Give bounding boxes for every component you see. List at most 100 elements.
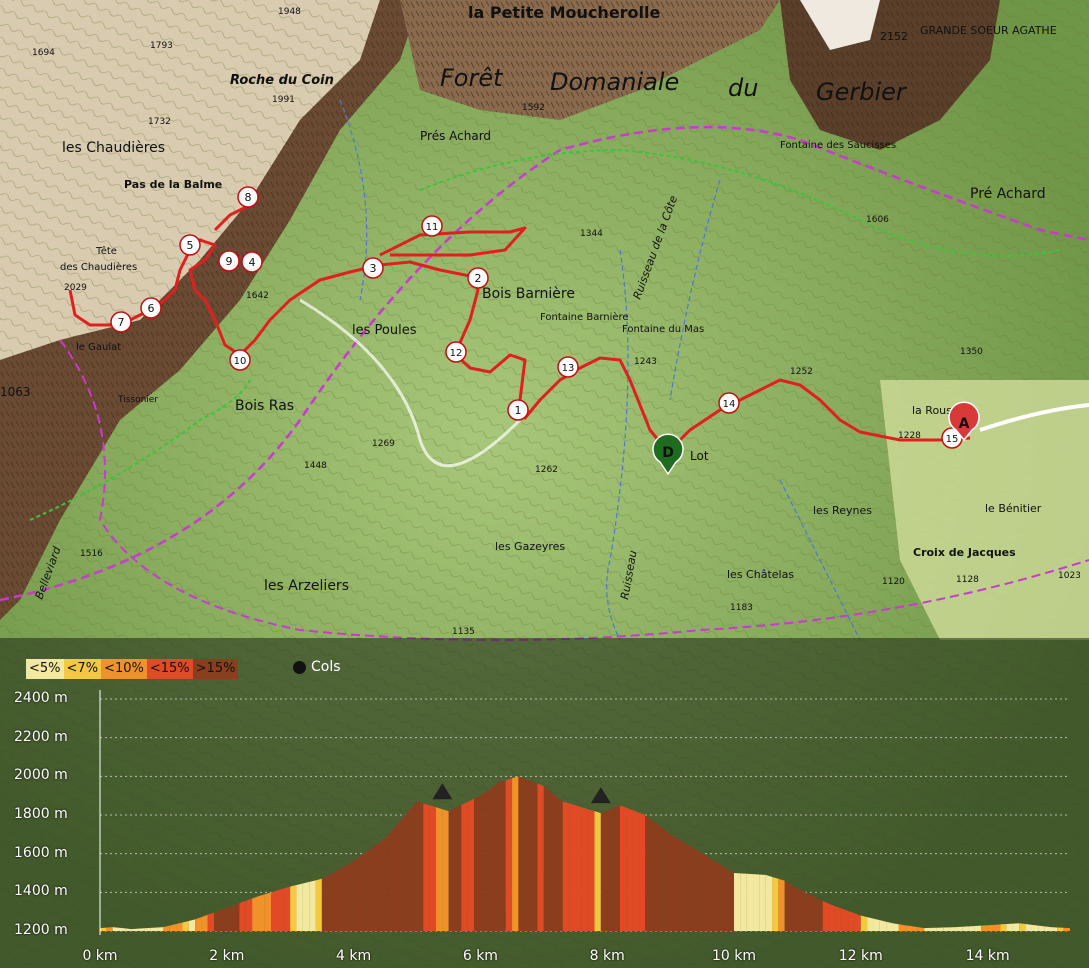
- profile-slice: [474, 795, 481, 931]
- svg-text:1120: 1120: [882, 577, 905, 587]
- profile-slice: [1050, 927, 1058, 931]
- profile-slice: [404, 808, 411, 931]
- profile-slice: [461, 801, 468, 931]
- svg-text:1063: 1063: [0, 385, 31, 399]
- profile-slice: [873, 918, 880, 931]
- profile-slice: [993, 924, 1001, 931]
- profile-slice: [822, 900, 830, 931]
- profile-slice: [169, 924, 177, 931]
- place-fontaine-du-mas: Fontaine du Mas: [622, 324, 704, 335]
- x-tick-label: 8 km: [589, 948, 625, 964]
- profile-slice: [283, 886, 291, 931]
- profile-slice: [917, 927, 925, 931]
- waypoint-1[interactable]: 1: [507, 399, 529, 421]
- profile-slice: [290, 884, 297, 931]
- elevation-chart[interactable]: [0, 638, 1089, 968]
- svg-text:12: 12: [450, 348, 463, 359]
- waypoint-6[interactable]: 6: [140, 297, 162, 319]
- profile-slice: [138, 928, 145, 931]
- profile-slice: [245, 898, 253, 931]
- waypoint-13[interactable]: 13: [557, 356, 579, 378]
- profile-slice: [562, 801, 570, 931]
- profile-slice: [416, 801, 424, 931]
- profile-slice: [638, 812, 646, 931]
- place-pres-achard: Prés Achard: [420, 129, 491, 143]
- waypoint-14[interactable]: 14: [718, 392, 740, 414]
- profile-slice: [778, 878, 785, 931]
- waypoint-3[interactable]: 3: [362, 257, 384, 279]
- profile-slice: [962, 926, 969, 931]
- svg-text:8: 8: [245, 191, 252, 204]
- waypoint-12[interactable]: 12: [445, 341, 467, 363]
- y-tick-label: 1600 m: [14, 844, 68, 861]
- profile-slice: [911, 926, 918, 931]
- profile-slice: [100, 927, 107, 931]
- profile-slice: [493, 782, 500, 931]
- profile-slice: [423, 803, 430, 931]
- profile-slice: [550, 791, 557, 931]
- svg-text:1183: 1183: [730, 603, 753, 613]
- profile-slice: [753, 874, 760, 931]
- profile-slice: [315, 878, 322, 931]
- place-pas-de-la-balme: Pas de la Balme: [124, 178, 222, 191]
- svg-text:1793: 1793: [150, 41, 173, 51]
- waypoint-9[interactable]: 9: [218, 250, 240, 272]
- profile-slice: [727, 869, 734, 931]
- svg-text:1606: 1606: [866, 215, 889, 225]
- waypoint-7[interactable]: 7: [110, 311, 132, 333]
- profile-slice: [860, 915, 868, 931]
- y-tick-label: 2200 m: [14, 728, 68, 745]
- profile-slice: [645, 815, 652, 931]
- profile-slice: [271, 890, 278, 931]
- place-gerbier: Gerbier: [816, 78, 908, 106]
- profile-slice: [714, 861, 722, 931]
- profile-slice: [480, 791, 487, 931]
- x-tick-label: 14 km: [965, 948, 1010, 964]
- profile-slice: [905, 925, 912, 931]
- profile-slice: [879, 920, 887, 931]
- profile-slice: [765, 874, 773, 931]
- place-les-reynes: les Reynes: [813, 504, 872, 517]
- profile-slice: [429, 805, 437, 931]
- profile-slice: [848, 910, 855, 931]
- profile-slice: [936, 927, 944, 931]
- place-des-chaudieres: des Chaudières: [60, 261, 137, 273]
- profile-slice: [353, 856, 360, 931]
- waypoint-10[interactable]: 10: [229, 349, 251, 371]
- profile-slice: [981, 925, 988, 931]
- profile-slice: [695, 849, 703, 931]
- svg-text:1694: 1694: [32, 48, 55, 58]
- profile-slice: [334, 868, 341, 931]
- profile-slice: [987, 924, 994, 931]
- waypoint-5[interactable]: 5: [179, 234, 201, 256]
- profile-slice: [1025, 924, 1032, 931]
- profile-slice: [397, 816, 405, 931]
- waypoint-11[interactable]: 11: [421, 215, 443, 237]
- profile-slice: [176, 922, 183, 931]
- profile-slice: [220, 907, 227, 931]
- svg-text:1269: 1269: [372, 439, 395, 449]
- waypoint-2[interactable]: 2: [467, 267, 489, 289]
- profile-slice: [1031, 924, 1039, 931]
- profile-slice: [613, 805, 620, 931]
- waypoint-4[interactable]: 4: [241, 251, 263, 273]
- waypoint-8[interactable]: 8: [237, 186, 259, 208]
- profile-slice: [746, 873, 754, 931]
- x-tick-label: 6 km: [462, 948, 498, 964]
- place-les-arzeliers: les Arzeliers: [264, 578, 349, 594]
- profile-slice: [1057, 927, 1064, 931]
- profile-slice: [759, 874, 766, 931]
- profile-slice: [537, 783, 544, 931]
- profile-slice: [1019, 923, 1026, 931]
- x-tick-label: 4 km: [336, 948, 372, 964]
- svg-text:1732: 1732: [148, 117, 171, 127]
- place-tete: Tête: [95, 245, 117, 257]
- profile-slice: [226, 905, 234, 931]
- svg-text:D: D: [662, 445, 674, 461]
- profile-slice: [841, 908, 849, 931]
- profile-slice: [207, 912, 215, 931]
- profile-slice: [391, 823, 398, 931]
- profile-slice: [1000, 924, 1007, 931]
- svg-text:1252: 1252: [790, 367, 813, 377]
- profile-slice: [277, 888, 284, 931]
